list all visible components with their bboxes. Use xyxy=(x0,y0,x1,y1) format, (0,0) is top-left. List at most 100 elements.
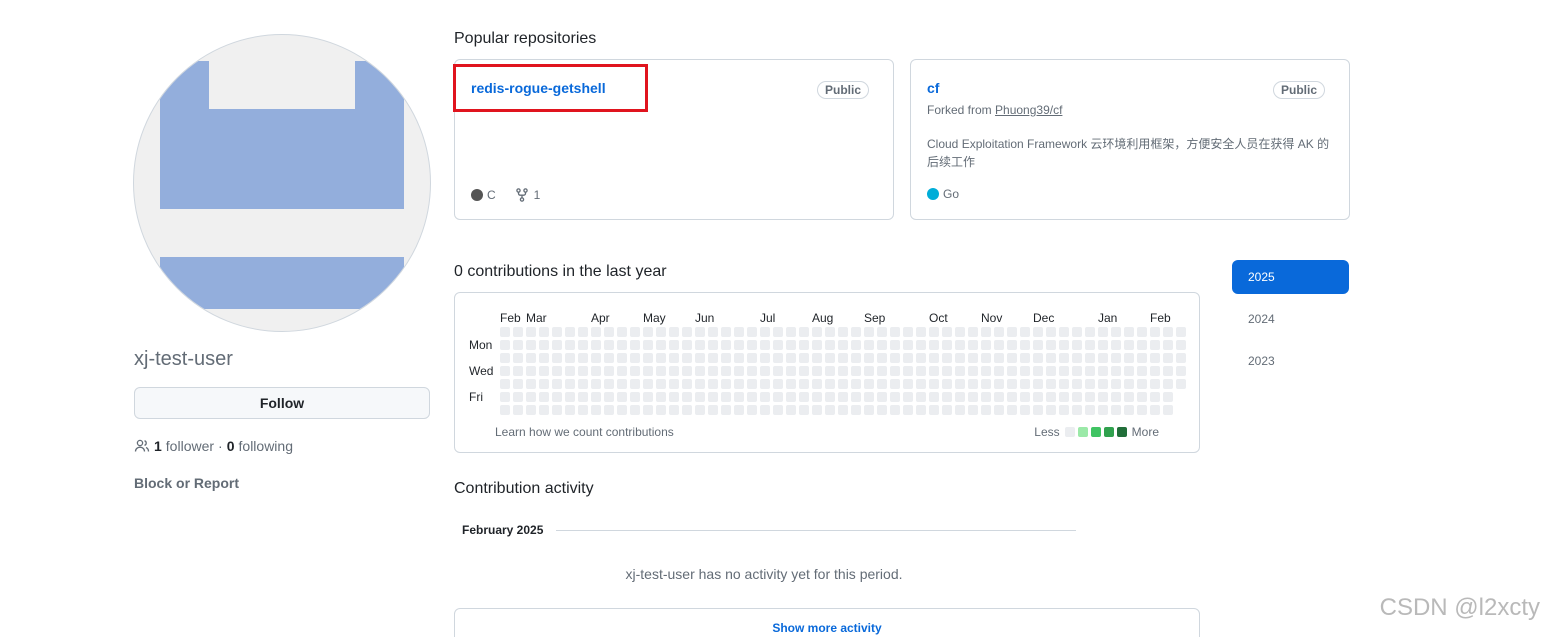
contribution-day-cell xyxy=(708,392,718,402)
contribution-day-cell xyxy=(1007,405,1017,415)
contribution-day-cell xyxy=(1111,366,1121,376)
contribution-day-cell xyxy=(825,379,835,389)
contribution-day-cell xyxy=(968,340,978,350)
contribution-day-cell xyxy=(552,340,562,350)
contribution-day-cell xyxy=(1111,327,1121,337)
following-label[interactable]: following xyxy=(239,438,293,454)
contribution-day-cell xyxy=(864,392,874,402)
contribution-day-cell xyxy=(578,405,588,415)
contribution-day-cell xyxy=(604,327,614,337)
contribution-day-cell xyxy=(682,340,692,350)
contribution-day-cell xyxy=(851,327,861,337)
contribution-day-cell xyxy=(838,379,848,389)
contribution-day-cell xyxy=(565,379,575,389)
contribution-day-cell xyxy=(903,392,913,402)
contribution-day-cell xyxy=(929,405,939,415)
contribution-day-cell xyxy=(812,327,822,337)
contribution-day-cell xyxy=(929,379,939,389)
contribution-day-cell xyxy=(539,327,549,337)
contribution-day-cell xyxy=(656,353,666,363)
followers-count[interactable]: 1 xyxy=(154,438,162,454)
contribution-day-cell xyxy=(656,405,666,415)
language-color-dot xyxy=(471,189,483,201)
contribution-day-cell xyxy=(643,340,653,350)
contribution-day-cell xyxy=(760,340,770,350)
month-label: Dec xyxy=(1033,311,1055,325)
contribution-day-cell xyxy=(942,392,952,402)
contribution-day-cell xyxy=(799,340,809,350)
learn-contributions-link[interactable]: Learn how we count contributions xyxy=(495,425,674,439)
contribution-day-cell xyxy=(838,353,848,363)
contribution-day-cell xyxy=(656,366,666,376)
contribution-day-cell xyxy=(981,327,991,337)
contribution-day-cell xyxy=(773,327,783,337)
forked-from: Forked from Phuong39/cf xyxy=(927,103,1062,117)
contribution-day-cell xyxy=(591,340,601,350)
contribution-day-cell xyxy=(708,327,718,337)
contribution-day-cell xyxy=(1176,353,1186,363)
contribution-day-cell xyxy=(1176,340,1186,350)
contribution-day-cell xyxy=(1033,340,1043,350)
follow-button[interactable]: Follow xyxy=(134,387,430,419)
contribution-day-cell xyxy=(942,327,952,337)
contribution-day-cell xyxy=(721,405,731,415)
contribution-day-cell xyxy=(812,366,822,376)
forked-from-link[interactable]: Phuong39/cf xyxy=(995,103,1062,117)
contribution-day-cell xyxy=(942,366,952,376)
contribution-day-cell xyxy=(617,405,627,415)
contribution-day-cell xyxy=(825,327,835,337)
contribution-day-cell xyxy=(825,353,835,363)
watermark: CSDN @l2xcty xyxy=(1379,594,1540,621)
contribution-day-cell xyxy=(1007,340,1017,350)
repo-link[interactable]: cf xyxy=(927,80,939,96)
contribution-day-cell xyxy=(825,392,835,402)
year-2023[interactable]: 2023 xyxy=(1232,344,1349,378)
legend-more-label: More xyxy=(1131,425,1159,439)
language-color-dot xyxy=(927,188,939,200)
legend-swatch xyxy=(1103,427,1114,437)
block-report-link[interactable]: Block or Report xyxy=(134,475,239,491)
contribution-day-cell xyxy=(864,327,874,337)
following-count[interactable]: 0 xyxy=(227,438,235,454)
contribution-day-cell xyxy=(747,327,757,337)
contribution-day-cell xyxy=(604,340,614,350)
contribution-day-cell xyxy=(903,340,913,350)
contribution-day-cell xyxy=(955,327,965,337)
show-more-activity-button[interactable]: Show more activity xyxy=(454,608,1200,637)
contribution-day-cell xyxy=(1111,353,1121,363)
contribution-day-cell xyxy=(591,379,601,389)
contribution-day-cell xyxy=(682,327,692,337)
contribution-day-cell xyxy=(760,405,770,415)
contribution-day-cell xyxy=(851,405,861,415)
followers-label[interactable]: follower xyxy=(166,438,214,454)
contribution-day-cell xyxy=(695,340,705,350)
contribution-day-cell xyxy=(604,379,614,389)
contribution-day-cell xyxy=(552,366,562,376)
contribution-day-cell xyxy=(1059,405,1069,415)
repo-language: C xyxy=(487,188,496,202)
contribution-day-cell xyxy=(552,379,562,389)
contribution-day-cell xyxy=(1124,379,1134,389)
contribution-day-cell xyxy=(630,392,640,402)
contribution-day-cell xyxy=(1098,379,1108,389)
contribution-day-cell xyxy=(1163,405,1173,415)
contribution-day-cell xyxy=(1033,405,1043,415)
year-2025[interactable]: 2025 xyxy=(1232,260,1349,294)
contribution-day-cell xyxy=(526,340,536,350)
year-2024[interactable]: 2024 xyxy=(1232,302,1349,336)
fork-icon[interactable] xyxy=(514,187,530,203)
contribution-day-cell xyxy=(721,366,731,376)
contribution-day-cell xyxy=(513,379,523,389)
contribution-day-cell xyxy=(903,405,913,415)
contribution-day-cell xyxy=(1007,366,1017,376)
contribution-day-cell xyxy=(669,327,679,337)
contribution-day-cell xyxy=(1111,405,1121,415)
repo-card: cf Public Forked from Phuong39/cf Cloud … xyxy=(910,59,1350,220)
contribution-day-cell xyxy=(578,327,588,337)
contribution-day-cell xyxy=(786,392,796,402)
contribution-day-cell xyxy=(1046,392,1056,402)
repo-forks-count[interactable]: 1 xyxy=(534,188,541,202)
contribution-day-cell xyxy=(864,353,874,363)
contribution-day-cell xyxy=(890,353,900,363)
contribution-day-cell xyxy=(1033,366,1043,376)
